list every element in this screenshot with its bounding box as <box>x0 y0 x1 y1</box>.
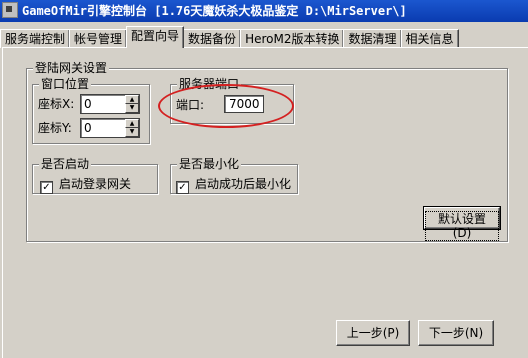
minimize-title: 是否最小化 <box>177 156 242 172</box>
spin-down-icon[interactable]: ▼ <box>125 104 139 113</box>
tab-about[interactable]: 相关信息 <box>400 29 459 48</box>
tab-herom2-convert[interactable]: HeroM2版本转换 <box>240 29 345 48</box>
next-step-label: 下一步(N) <box>428 326 484 340</box>
title-bar: GameOfMir引擎控制台 [1.76天魔妖杀大极品鉴定 D:\MirServ… <box>0 0 528 22</box>
autostart-checkbox-label: 启动登录网关 <box>59 177 132 191</box>
autostart-title: 是否启动 <box>39 156 92 172</box>
autostart-checkbox[interactable]: ✓ 启动登录网关 <box>40 177 131 194</box>
x-coord-value[interactable]: 0 <box>84 97 92 111</box>
tab-account-management[interactable]: 帐号管理 <box>69 29 128 48</box>
window-title: GameOfMir引擎控制台 [1.76天魔妖杀大极品鉴定 D:\MirServ… <box>22 4 407 18</box>
tab-server-control[interactable]: 服务端控制 <box>0 29 71 48</box>
spin-up-icon[interactable]: ▲ <box>125 95 139 104</box>
x-coord-label: 座标X: <box>38 97 75 111</box>
x-coord-spinner[interactable]: 0 ▲ ▼ <box>80 94 140 114</box>
y-coord-value[interactable]: 0 <box>84 121 92 135</box>
minimize-checkbox-label: 启动成功后最小化 <box>195 177 292 191</box>
y-coord-spinner[interactable]: 0 ▲ ▼ <box>80 118 140 138</box>
spin-down-icon[interactable]: ▼ <box>125 128 139 137</box>
prev-step-label: 上一步(P) <box>346 326 400 340</box>
window-position-title: 窗口位置 <box>39 76 92 92</box>
default-settings-button[interactable]: 默认设置(D) <box>423 206 501 241</box>
highlight-ellipse <box>158 84 294 128</box>
login-gateway-title: 登陆网关设置 <box>33 60 110 76</box>
tab-data-backup[interactable]: 数据备份 <box>183 29 242 48</box>
minimize-checkbox[interactable]: ✓ 启动成功后最小化 <box>176 177 291 194</box>
next-step-button[interactable]: 下一步(N) <box>418 320 494 346</box>
checkmark-icon[interactable]: ✓ <box>40 181 53 194</box>
checkmark-icon[interactable]: ✓ <box>176 181 189 194</box>
tab-config-wizard[interactable]: 配置向导 <box>126 26 185 48</box>
default-settings-label: 默认设置(D) <box>425 211 499 241</box>
spin-up-icon[interactable]: ▲ <box>125 119 139 128</box>
tab-data-cleanup[interactable]: 数据清理 <box>343 29 402 48</box>
prev-step-button[interactable]: 上一步(P) <box>336 320 410 346</box>
app-icon <box>2 2 18 18</box>
y-coord-label: 座标Y: <box>38 121 72 135</box>
tab-strip: 服务端控制 帐号管理 配置向导 数据备份 HeroM2版本转换 数据清理 相关信息 <box>0 26 459 48</box>
